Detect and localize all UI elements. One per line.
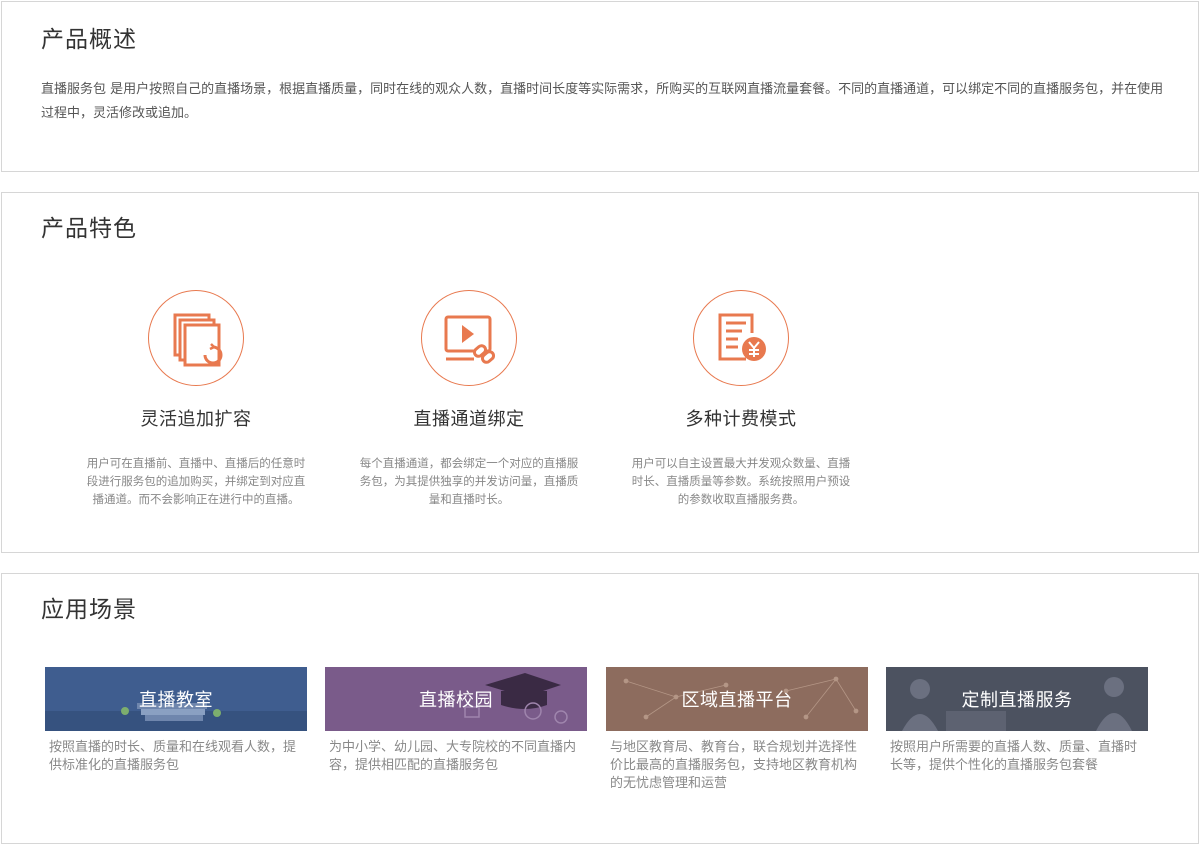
- scenario-desc: 为中小学、幼儿园、大专院校的不同直播内容，提供相匹配的直播服务包: [329, 740, 577, 773]
- scenario-desc: 按照用户所需要的直播人数、质量、直播时长等，提供个性化的直播服务包套餐: [890, 740, 1138, 773]
- scenarios-title: 应用场景: [41, 597, 137, 623]
- scenario-card-live-classroom[interactable]: 直播教室 按照直播的时长、质量和在线观看人数，提供标准化的直播服务包: [45, 667, 307, 775]
- feature-card-billing-modes: 多种计费模式 用户可以自主设置最大并发观众数量、直播时长、直播质量等参数。系统按…: [621, 290, 861, 508]
- overview-text: 直播服务包 是用户按照自己的直播场景，根据直播质量，同时在线的观众人数，直播时间…: [41, 82, 1164, 121]
- scenario-name: 直播教室: [139, 690, 213, 711]
- scenario-banner[interactable]: 直播校园: [325, 667, 587, 731]
- feature-title: 多种计费模式: [685, 409, 797, 430]
- scenario-name: 定制直播服务: [961, 690, 1073, 711]
- scenario-card-custom-service[interactable]: 定制直播服务 按照用户所需要的直播人数、质量、直播时长等，提供个性化的直播服务包…: [886, 667, 1148, 775]
- documents-refresh-icon: [148, 290, 244, 386]
- scenario-banner[interactable]: 直播教室: [45, 667, 307, 731]
- scenario-desc: 按照直播的时长、质量和在线观看人数，提供标准化的直播服务包: [49, 740, 297, 773]
- feature-card-channel-binding: 直播通道绑定 每个直播通道，都会绑定一个对应的直播服务包，为其提供独享的并发访问…: [349, 290, 589, 508]
- feature-card-flexible-expansion: 灵活追加扩容 用户可在直播前、直播中、直播后的任意时段进行服务包的追加购买，并绑…: [76, 290, 316, 508]
- feature-title: 灵活追加扩容: [140, 409, 252, 430]
- feature-desc: 用户可在直播前、直播中、直播后的任意时段进行服务包的追加购买，并绑定到对应直播通…: [86, 456, 306, 506]
- scenario-name: 区域直播平台: [681, 690, 793, 711]
- scenario-card-live-campus[interactable]: 直播校园 为中小学、幼儿园、大专院校的不同直播内容，提供相匹配的直播服务包: [325, 667, 587, 775]
- scenario-desc: 与地区教育局、教育台，联合规划并选择性价比最高的直播服务包，支持地区教育机构的无…: [610, 740, 858, 791]
- features-title: 产品特色: [41, 216, 137, 242]
- video-link-icon: [421, 290, 517, 386]
- scenario-name: 直播校园: [419, 690, 493, 711]
- feature-title: 直播通道绑定: [413, 409, 525, 430]
- scenarios-panel: 应用场景 直播教室 按照直播的时长、质量和在线观看人数，提供标准化的直播服务包: [1, 573, 1199, 844]
- features-panel: 产品特色 灵活追加扩容 用户可在直播前、直播中、直播后的任意时段进行服务包的追加…: [1, 192, 1199, 553]
- overview-panel: 产品概述 直播服务包 是用户按照自己的直播场景，根据直播质量，同时在线的观众人数…: [1, 1, 1199, 172]
- feature-desc: 用户可以自主设置最大并发观众数量、直播时长、直播质量等参数。系统按照用户预设的参…: [631, 456, 851, 506]
- bill-yen-icon: [693, 290, 789, 386]
- scenario-banner[interactable]: 定制直播服务: [886, 667, 1148, 731]
- scenario-card-regional-platform[interactable]: 区域直播平台 与地区教育局、教育台，联合规划并选择性价比最高的直播服务包，支持地…: [606, 667, 868, 793]
- scenario-banner[interactable]: 区域直播平台: [606, 667, 868, 731]
- feature-desc: 每个直播通道，都会绑定一个对应的直播服务包，为其提供独享的并发访问量，直播质量和…: [359, 456, 579, 506]
- overview-title: 产品概述: [41, 27, 137, 53]
